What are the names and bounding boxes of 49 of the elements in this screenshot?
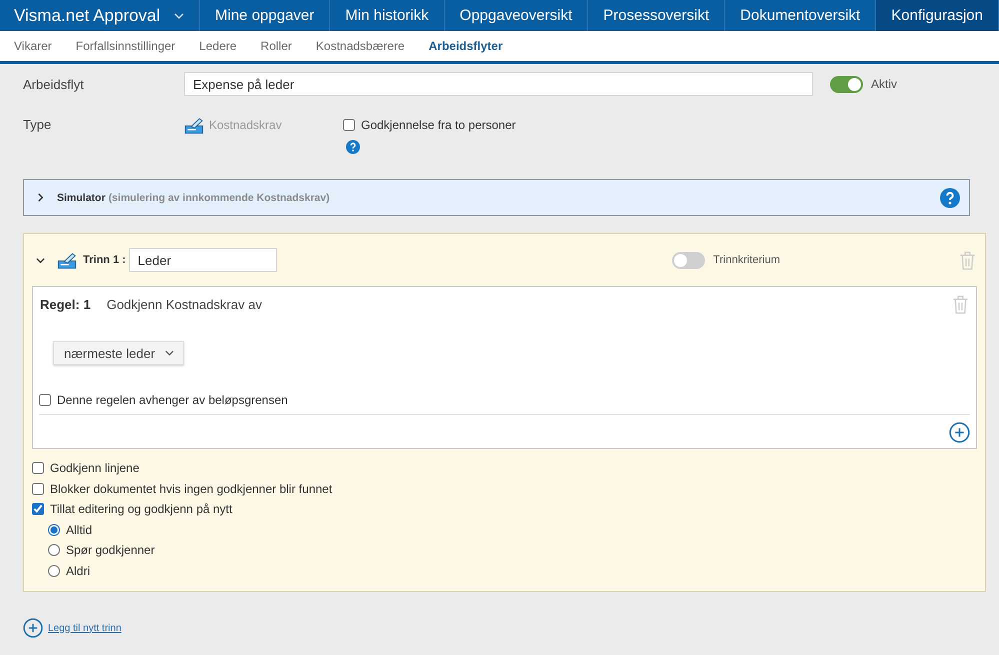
simulator-title: Simulator xyxy=(57,192,106,204)
checkbox[interactable] xyxy=(343,119,355,131)
checkbox-label: Godkjennelse fra to personer xyxy=(361,118,516,132)
help-icon[interactable] xyxy=(940,188,960,208)
sub-nav-tab[interactable]: Roller xyxy=(260,39,292,53)
toggle-label: Trinnkriterium xyxy=(713,254,780,266)
chevron-right-icon[interactable] xyxy=(36,193,45,202)
simulator-subtitle: (simulering av innkommende Kostnadskrav) xyxy=(108,192,330,204)
add-step-link[interactable]: Legg til nytt trinn xyxy=(48,622,122,634)
checkbox[interactable] xyxy=(32,503,44,516)
type-value: Kostnadskrav xyxy=(209,118,282,132)
sub-nav-tab[interactable]: Vikarer xyxy=(14,39,52,53)
radio-button[interactable] xyxy=(48,564,60,577)
plus-circle-icon[interactable] xyxy=(23,618,43,638)
checkbox[interactable] xyxy=(39,394,51,406)
pen-tray-icon xyxy=(57,250,77,270)
sub-nav-tab[interactable]: Ledere xyxy=(199,39,237,53)
field-label: Arbeidsflyt xyxy=(23,76,85,92)
workflow-name-input[interactable]: Expense på leder xyxy=(184,72,813,96)
rule-description: Godkjenn Kostnadskrav av xyxy=(106,296,262,312)
radio-label: Alltid xyxy=(66,522,92,537)
radio-label: Spør godkjenner xyxy=(66,543,155,558)
checkbox-label: Denne regelen avhenger av beløpsgrensen xyxy=(57,393,288,407)
caret-icon xyxy=(165,350,174,356)
checkbox[interactable] xyxy=(32,482,44,495)
sub-nav-tab[interactable]: Arbeidsflyter xyxy=(428,39,503,53)
toggle-switch[interactable] xyxy=(672,252,706,268)
plus-circle-icon[interactable] xyxy=(949,422,970,443)
field-label: Type xyxy=(23,116,52,134)
toggle-switch[interactable] xyxy=(830,76,863,92)
help-icon[interactable] xyxy=(346,140,360,154)
sub-nav-tab[interactable]: Forfallsinnstillinger xyxy=(76,39,176,53)
chevron-down-icon[interactable] xyxy=(36,256,45,264)
radio-button[interactable] xyxy=(48,524,60,536)
nav-tab[interactable]: Konfigurasjon xyxy=(876,0,999,31)
checkbox-label: Blokker dokumentet hvis ingen godkjenner blir funnet xyxy=(50,482,332,496)
step-label: Trinn 1 : xyxy=(83,254,126,266)
toggle-label: Aktiv xyxy=(871,77,898,91)
sub-nav-tab[interactable]: Kostnadsbærere xyxy=(316,39,405,53)
checkbox-label: Tillat editering og godkjenn på nytt xyxy=(50,502,232,516)
caret-icon xyxy=(174,12,184,18)
step-name-input[interactable]: Leder xyxy=(128,248,277,272)
checkbox[interactable] xyxy=(32,462,44,474)
radio-label: Aldri xyxy=(66,564,90,578)
rule-label: Regel: 1 xyxy=(40,296,91,312)
approver-dropdown[interactable]: nærmeste leder xyxy=(53,341,184,365)
radio-button[interactable] xyxy=(48,544,60,556)
pen-tray-icon xyxy=(184,116,204,134)
checkbox-label: Godkjenn linjene xyxy=(50,461,140,476)
